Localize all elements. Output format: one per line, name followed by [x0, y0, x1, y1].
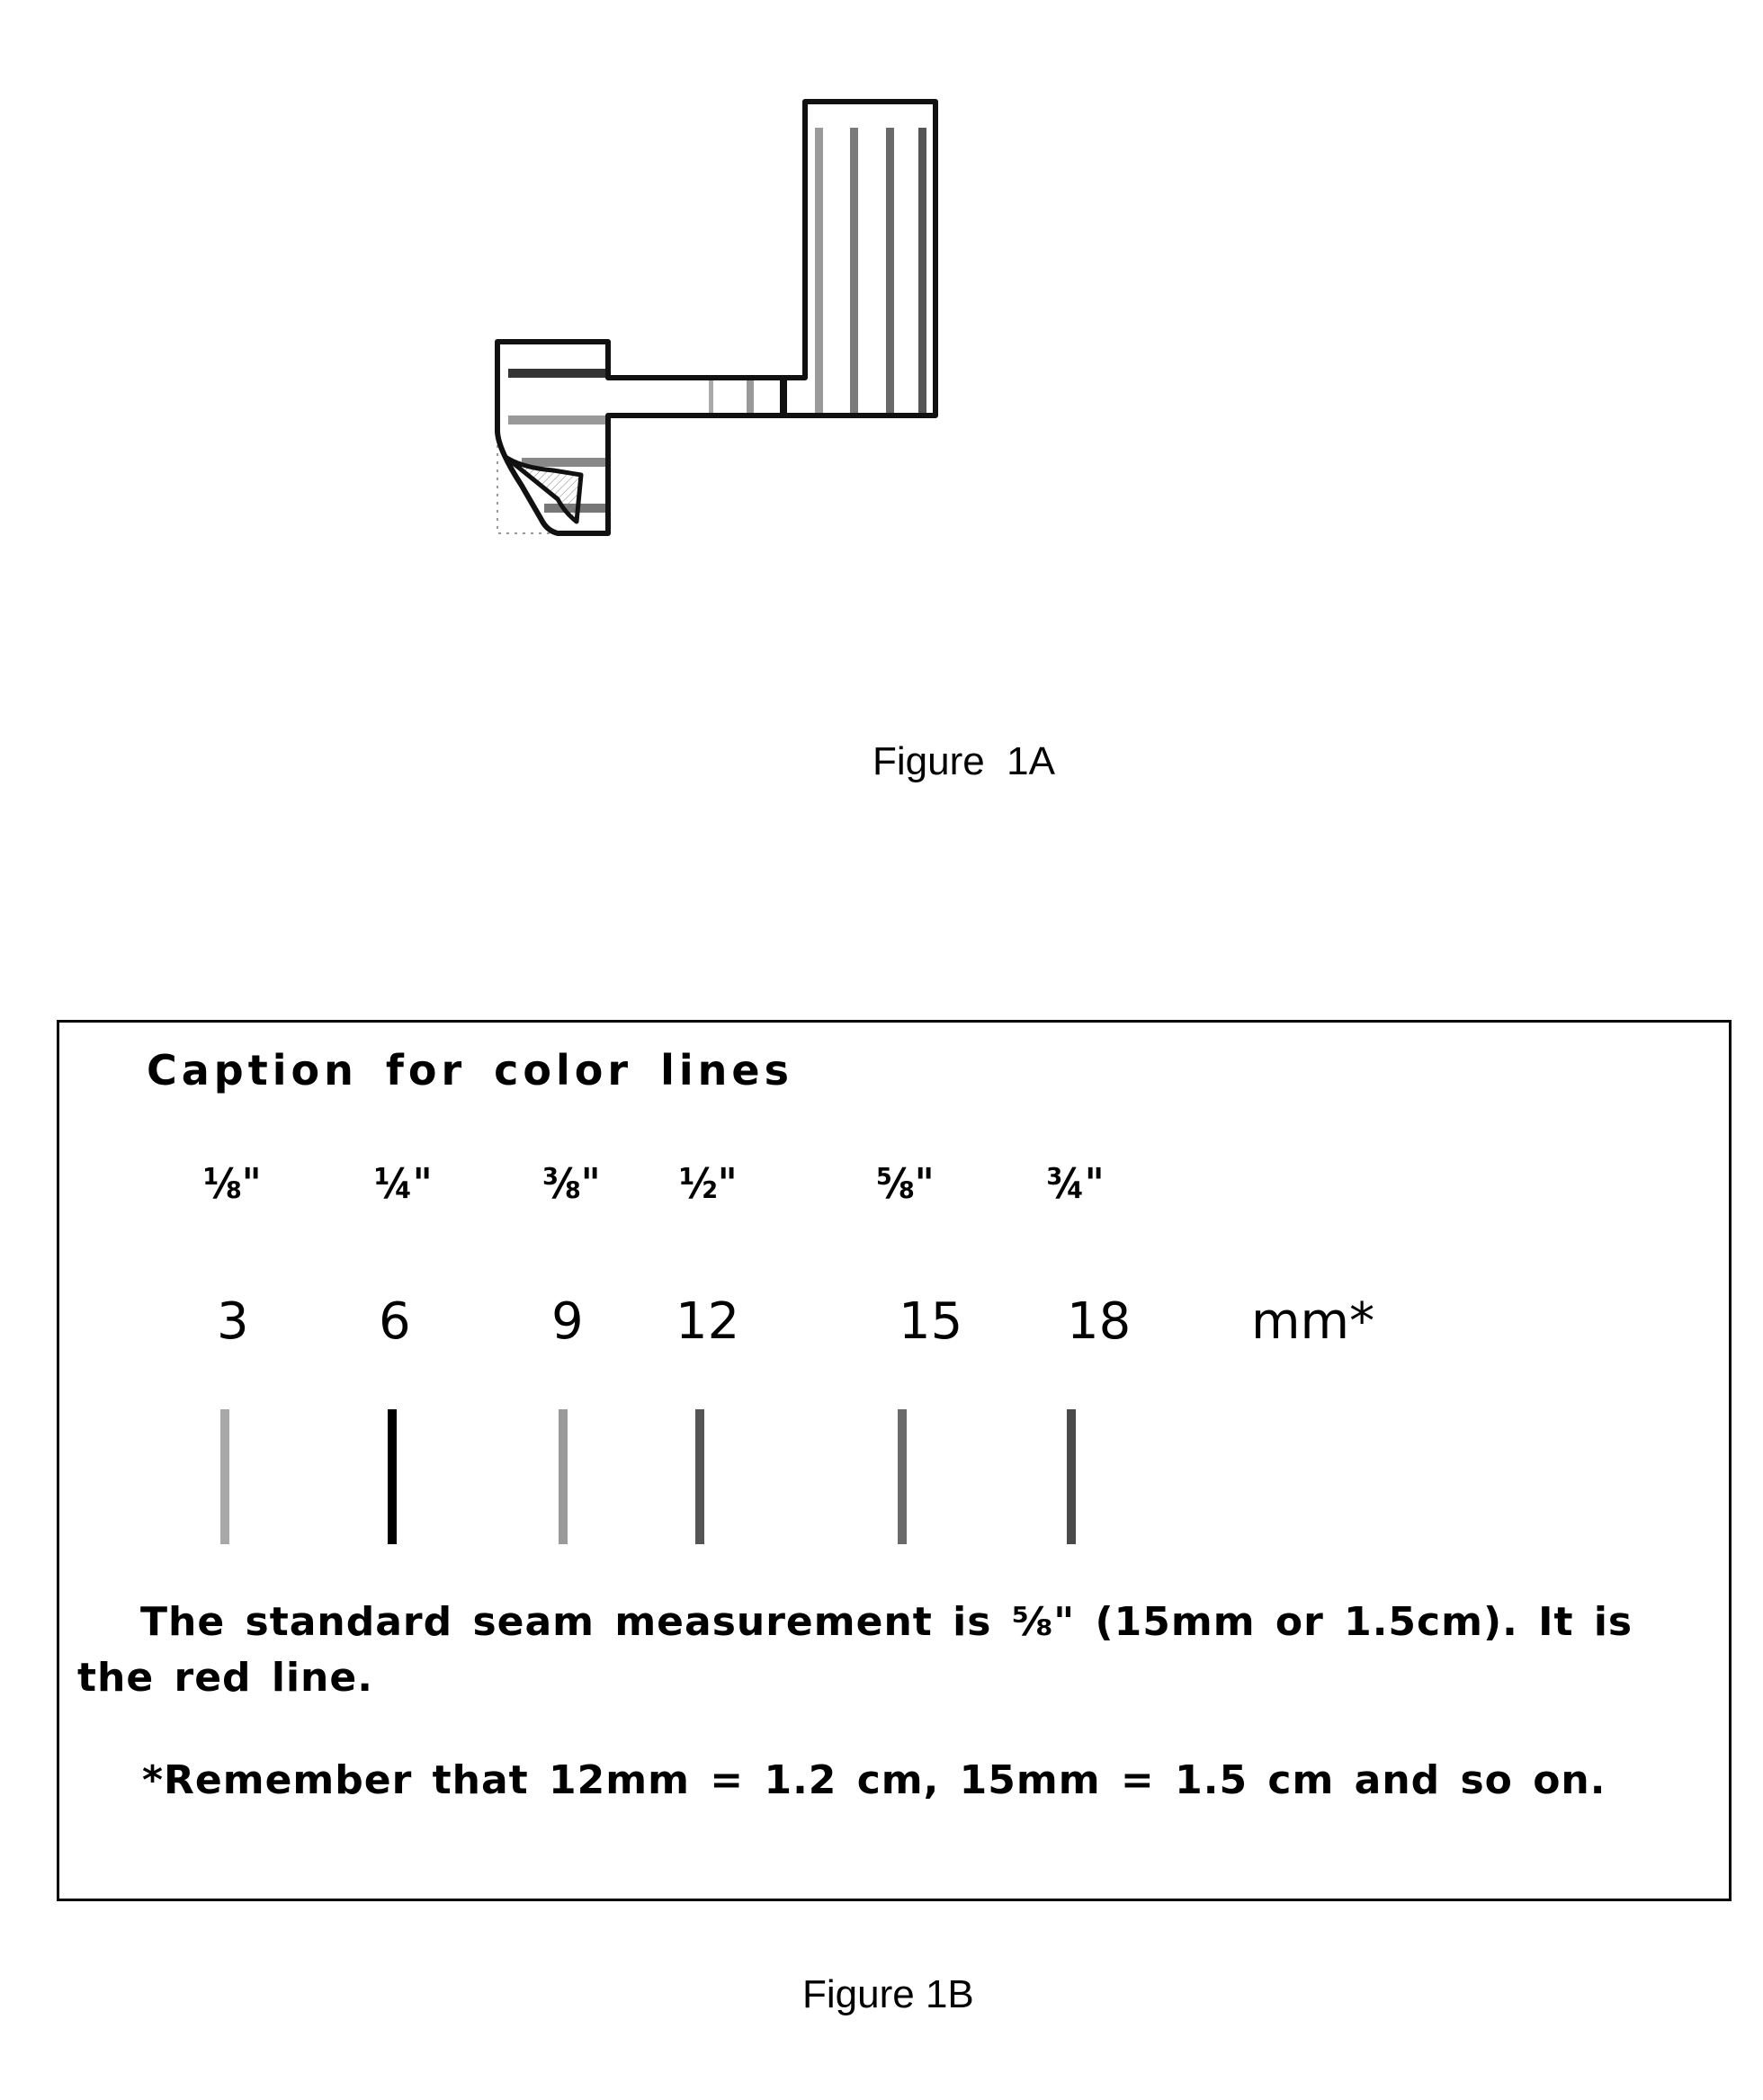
- fraction-label: ⅛": [203, 1159, 262, 1208]
- standard-seam-note: The standard seam measurement is ⅝" (15m…: [77, 1599, 1633, 1701]
- left-line-medium: [522, 458, 607, 467]
- pattern-outline: [495, 99, 938, 536]
- mm-value: 9: [551, 1292, 584, 1351]
- color-line-swatch: [695, 1409, 704, 1544]
- figure-1b-label: Figure 1B: [802, 1972, 974, 2016]
- fraction-label: ⅝": [876, 1159, 935, 1208]
- mm-value: 12: [676, 1292, 740, 1351]
- color-line-swatch: [220, 1409, 229, 1544]
- color-line-swatch: [898, 1409, 907, 1544]
- color-line-swatch: [1067, 1409, 1076, 1544]
- panel-line-darkest: [918, 128, 926, 414]
- left-line-black: [508, 369, 607, 378]
- conversion-reminder: *Remember that 12mm = 1.2 cm, 15mm = 1.5…: [142, 1757, 1606, 1803]
- color-line-swatch: [388, 1409, 397, 1544]
- fraction-label: ¾": [1046, 1159, 1105, 1208]
- strip-line-light: [709, 380, 713, 414]
- panel-line-light: [815, 128, 823, 414]
- panel-line-medium: [850, 128, 858, 414]
- figure-1a-label: Figure 1A: [873, 739, 1055, 783]
- pattern-piece-diagram: [495, 99, 938, 536]
- mm-value: 18: [1067, 1292, 1132, 1351]
- fraction-label: ½": [679, 1159, 738, 1208]
- panel-line-dark: [886, 128, 894, 414]
- caption-title: Caption for color lines: [147, 1046, 793, 1095]
- mm-value: 3: [217, 1292, 249, 1351]
- color-line-swatch: [559, 1409, 568, 1544]
- strip-line-medium: [747, 380, 754, 414]
- mm-unit-label: mm*: [1251, 1292, 1375, 1351]
- mm-value: 6: [379, 1292, 411, 1351]
- color-line-caption-box: Caption for color lines ⅛" ¼" ⅜" ½" ⅝" ¾…: [57, 1020, 1732, 1901]
- fraction-label: ¼": [374, 1159, 433, 1208]
- strip-line-black: [780, 380, 787, 414]
- fraction-label: ⅜": [542, 1159, 601, 1208]
- left-line-light: [508, 416, 607, 424]
- mm-value: 15: [899, 1292, 963, 1351]
